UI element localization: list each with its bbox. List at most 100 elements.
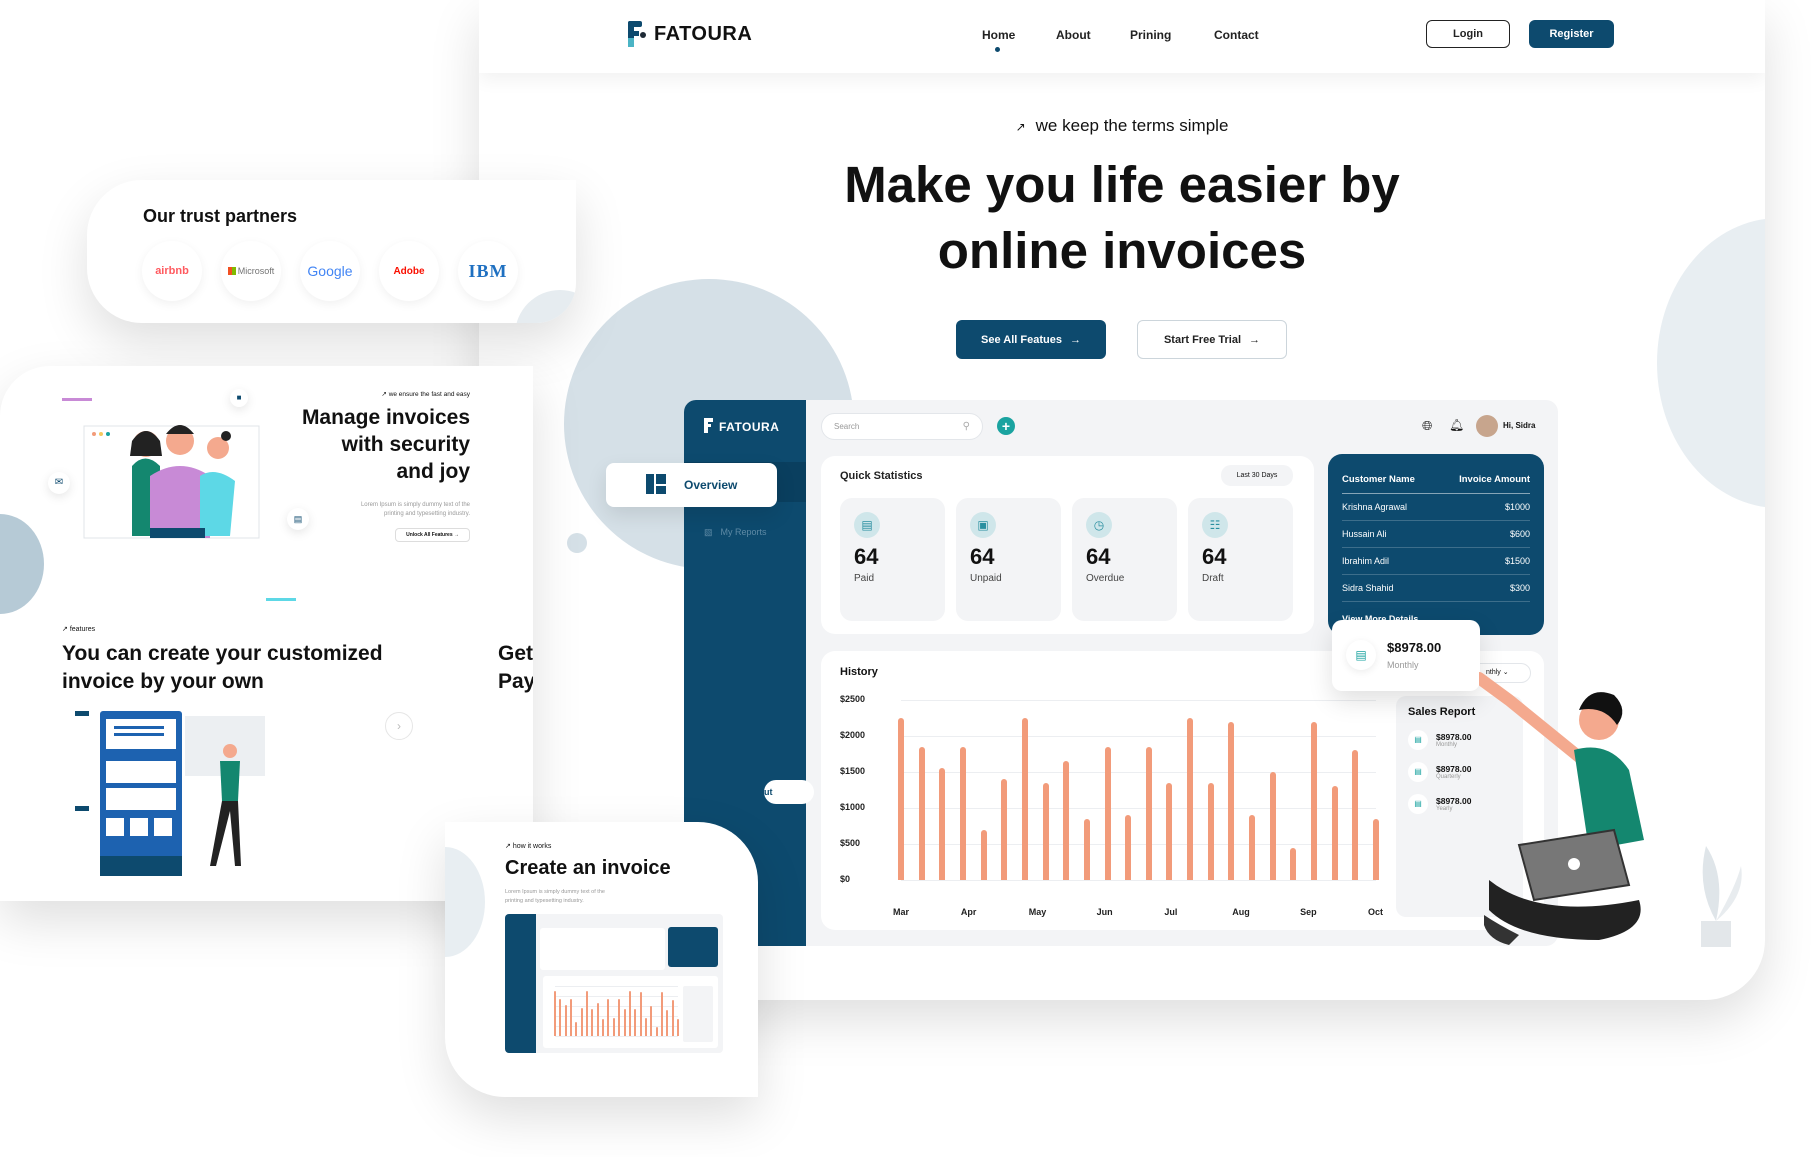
trust-partners-card: Our trust partners airbnb Microsoft Goog… <box>87 180 576 323</box>
y-tick-label: $0 <box>840 874 851 884</box>
stat-tiles: ▤ 64 Paid ▣ 64 Unpaid ◷ 64 Overdue ☷ 64 Draft <box>840 498 1293 621</box>
chart-icon: ▤ <box>1346 640 1376 670</box>
sales-amount: $8978.00 <box>1436 796 1472 806</box>
stat-tile-overdue[interactable]: ◷ 64 Overdue <box>1072 498 1177 621</box>
bar <box>618 999 621 1036</box>
y-tick-label: $1000 <box>840 802 866 812</box>
dashboard-icon <box>646 473 666 497</box>
table-header: Customer Name Invoice Amount <box>1342 466 1530 494</box>
arrow-up-right-icon: ↗ <box>1015 120 1026 134</box>
logo[interactable]: FATOURA <box>628 21 752 47</box>
stat-tile-paid[interactable]: ▤ 64 Paid <box>840 498 945 621</box>
bar <box>1373 818 1379 880</box>
google-logo: Google <box>300 241 360 301</box>
chart-icon: ▤ <box>1408 730 1428 750</box>
table-row[interactable]: Hussain Ali $600 <box>1342 521 1530 548</box>
bar <box>559 999 562 1036</box>
bell-icon[interactable]: 🔔︎ <box>1449 418 1464 432</box>
y-tick-label: $1500 <box>840 766 866 776</box>
hero-tagline-text: we keep the terms simple <box>1035 116 1229 135</box>
bar <box>570 999 573 1036</box>
stat-value: 64 <box>970 544 995 569</box>
hero-tagline: ↗ we keep the terms simple <box>479 116 1765 136</box>
logout-button[interactable]: ut <box>764 780 814 804</box>
history-card: History $2500 $2000 $1500 $1000 $500 $0 Mar Apr… <box>821 651 1544 930</box>
bar <box>1207 782 1214 880</box>
register-button[interactable]: Register <box>1529 20 1614 48</box>
monthly-total-card: ▤ $8978.00 Monthly <box>1332 620 1480 691</box>
bar <box>1042 782 1049 880</box>
gridline <box>901 700 1376 701</box>
bar <box>634 1009 637 1036</box>
x-tick-label: Aug <box>1232 907 1250 917</box>
trust-partners-title: Our trust partners <box>143 206 298 226</box>
column-header: Customer Name <box>1342 474 1415 485</box>
invoice-amount: $300 <box>1509 583 1530 593</box>
x-tick-label: Mar <box>893 907 910 917</box>
bar <box>1352 750 1359 880</box>
card-title: Quick Statistics <box>840 470 923 482</box>
x-tick-label: May <box>1028 907 1047 917</box>
nav-about[interactable]: About <box>1056 28 1091 42</box>
sidebar-item-overview[interactable]: Overview <box>606 463 777 507</box>
partner-logos: airbnb Microsoft Google Adobe IBM <box>142 241 518 301</box>
bar <box>639 992 642 1036</box>
logo-mark-icon <box>704 418 714 436</box>
security-body: Lorem Ipsum is simply dummy text of the p… <box>170 501 470 519</box>
security-tagline: ↗ we ensure the fast and easy <box>170 390 470 398</box>
bar <box>564 1005 567 1036</box>
bar <box>602 1019 605 1036</box>
table-row[interactable]: Krishna Agrawal $1000 <box>1342 494 1530 521</box>
decor-circle <box>0 514 44 614</box>
nav-home[interactable]: Home <box>982 28 1015 42</box>
bar <box>1001 779 1008 880</box>
top-nav: FATOURA Home About Prining Contact Login… <box>479 0 1765 73</box>
add-button[interactable]: + <box>997 417 1015 435</box>
invoice-icon: ▤ <box>854 512 880 538</box>
history-bar-chart: $2500 $2000 $1500 $1000 $500 $0 Mar Apr May Jun Ju… <box>821 651 1383 930</box>
date-range-select[interactable]: Last 30 Days <box>1221 465 1293 486</box>
search-input[interactable]: Search ⚲ <box>821 413 983 440</box>
bar <box>655 1027 658 1036</box>
bar <box>1145 746 1152 880</box>
avatar[interactable] <box>1476 415 1498 437</box>
tagline-text: we ensure the fast and easy <box>388 391 470 398</box>
bar <box>1021 718 1028 880</box>
login-button[interactable]: Login <box>1426 20 1510 48</box>
sidebar-item-reports[interactable]: ▧ My Reports <box>704 527 767 538</box>
body-line: printing and typesetting industry. <box>384 511 470 517</box>
bar <box>1063 761 1070 880</box>
start-free-trial-button[interactable]: Start Free Trial → <box>1137 320 1287 359</box>
nav-pricing[interactable]: Prining <box>1130 28 1171 42</box>
stat-tile-draft[interactable]: ☷ 64 Draft <box>1188 498 1293 621</box>
bar <box>596 1003 599 1036</box>
decor-dot <box>567 533 587 553</box>
mini-sales-report <box>683 986 713 1042</box>
unlock-all-features-button[interactable]: Unlock All Features → <box>395 528 470 542</box>
y-tick-label: $2000 <box>840 730 866 740</box>
stat-tile-unpaid[interactable]: ▣ 64 Unpaid <box>956 498 1061 621</box>
logo-text: Microsoft <box>237 266 275 276</box>
title-line: invoice by your own <box>62 670 264 693</box>
globe-icon[interactable]: 🌐︎ <box>1422 418 1432 434</box>
features-tagline: ↗ features <box>62 625 95 633</box>
see-all-features-button[interactable]: See All Featues → <box>956 320 1106 359</box>
security-title: Manage invoices with security and joy <box>170 404 470 485</box>
bar <box>939 768 946 880</box>
bar <box>586 991 589 1036</box>
table-row[interactable]: Ibrahim Adil $1500 <box>1342 548 1530 575</box>
bar <box>959 746 966 880</box>
nav-contact[interactable]: Contact <box>1214 28 1259 42</box>
table-row[interactable]: Sidra Shahid $300 <box>1342 575 1530 602</box>
stat-value: 64 <box>1202 544 1227 569</box>
decor-line <box>266 598 296 601</box>
next-arrow-button[interactable]: › <box>385 712 413 740</box>
sales-period: Quarterly <box>1436 774 1461 780</box>
bar <box>580 1008 583 1036</box>
column-header: Invoice Amount <box>1459 474 1530 485</box>
sidebar-item-label: My Reports <box>720 527 767 537</box>
bar <box>628 991 631 1036</box>
user-greeting[interactable]: Hi, Sidra <box>1503 421 1535 430</box>
gridline <box>555 996 678 997</box>
stat-label: Overdue <box>1086 573 1125 584</box>
